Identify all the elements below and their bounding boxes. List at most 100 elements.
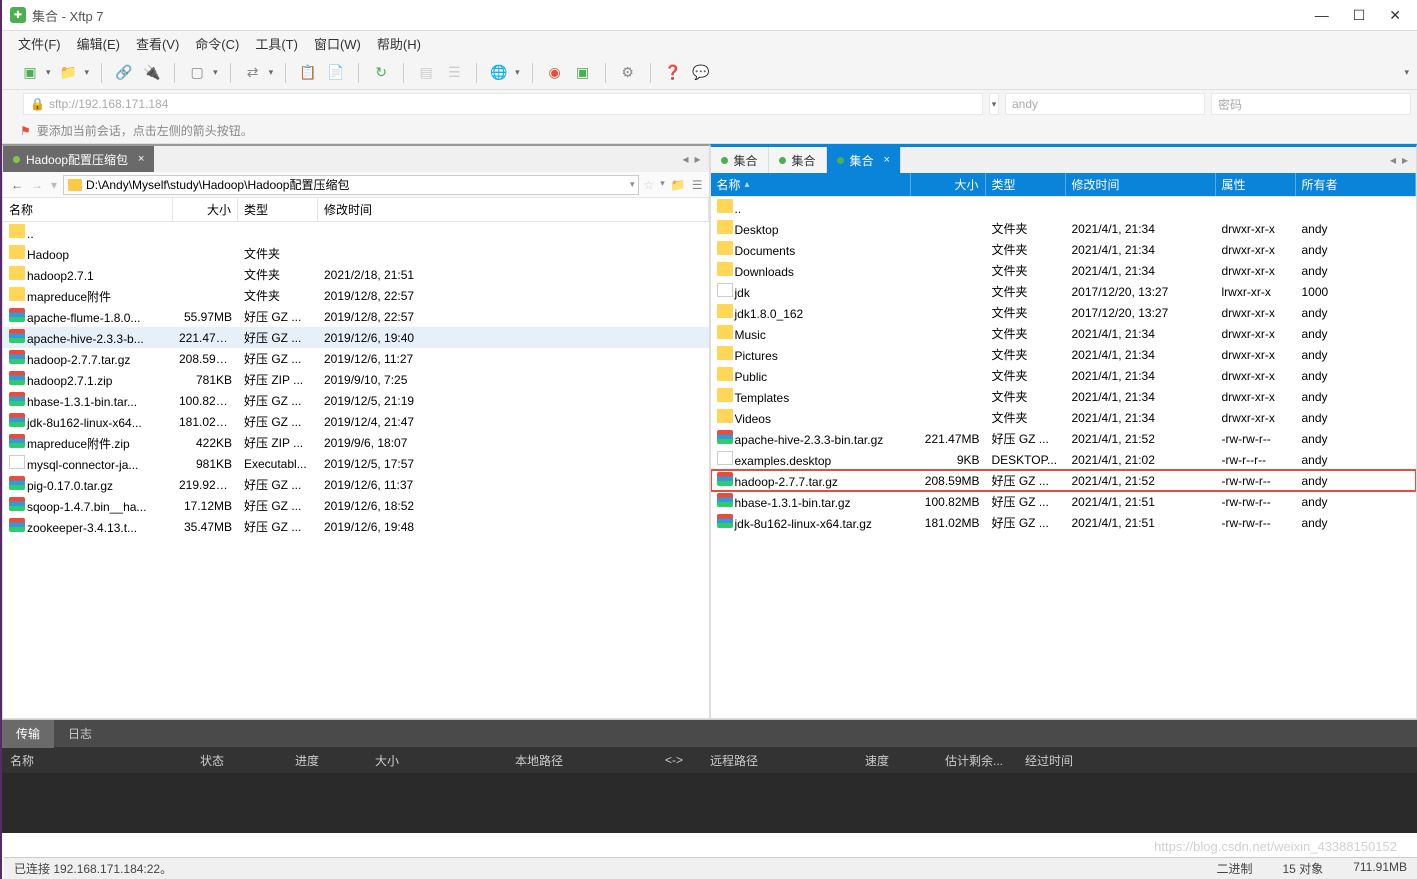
hdr-owner[interactable]: 所有者 [1296,173,1417,196]
file-row[interactable]: Pictures 文件夹 2021/4/1, 21:34 drwxr-xr-x … [711,344,1417,365]
file-row[interactable]: Music 文件夹 2021/4/1, 21:34 drwxr-xr-x and… [711,323,1417,344]
hdr-attr[interactable]: 属性 [1216,173,1296,196]
nav-forward-icon[interactable]: → [29,178,45,192]
hosts-icon[interactable]: ☰ [444,63,464,83]
remote-tab[interactable]: 集合 [769,147,827,173]
remote-tab[interactable]: 集合× [827,147,901,173]
file-row[interactable]: Downloads 文件夹 2021/4/1, 21:34 drwxr-xr-x… [711,260,1417,281]
globe-icon[interactable]: 🌐 [489,63,509,83]
paste-icon[interactable]: 📄 [326,63,346,83]
address-dropdown[interactable]: ▾ [989,93,999,115]
tab-transfer[interactable]: 传输 [2,720,54,748]
file-row[interactable]: jdk-8u162-linux-x64.tar.gz 181.02MB 好压 G… [711,512,1417,533]
tab-prev-icon[interactable]: ◂ [1390,153,1396,167]
hdr-mtime[interactable]: 修改时间 [318,198,709,221]
nav-back-icon[interactable]: ← [9,178,25,192]
file-row[interactable]: examples.desktop 9KB DESKTOP... 2021/4/1… [711,449,1417,470]
thdr-localpath[interactable]: 本地路径 [507,752,657,769]
new-session-icon[interactable]: ▣ [20,63,40,83]
local-path-input[interactable]: D:\Andy\Myself\study\Hadoop\Hadoop配置压缩包 … [63,175,639,195]
close-button[interactable]: ✕ [1389,7,1401,24]
minimize-button[interactable]: — [1315,7,1329,24]
xshell-icon[interactable]: ◉ [545,63,565,83]
thdr-speed[interactable]: 速度 [857,752,937,769]
open-folder-icon[interactable]: 📁 [59,63,79,83]
address-input[interactable]: 🔒 sftp://192.168.171.184 [23,93,983,115]
file-row[interactable]: pig-0.17.0.tar.gz 219.92MB 好压 GZ ... 201… [3,474,709,495]
menu-view[interactable]: 查看(V) [136,34,179,53]
thdr-size[interactable]: 大小 [367,752,507,769]
thdr-remotepath[interactable]: 远程路径 [702,752,857,769]
thdr-elapsed[interactable]: 经过时间 [1017,752,1417,769]
file-row[interactable]: apache-flume-1.8.0... 55.97MB 好压 GZ ... … [3,306,709,327]
tab-log[interactable]: 日志 [54,720,106,748]
xftp-icon[interactable]: ▣ [573,63,593,83]
thdr-status[interactable]: 状态 [192,752,287,769]
tab-next-icon[interactable]: ▸ [1402,153,1408,167]
file-row[interactable]: jdk-8u162-linux-x64... 181.02MB 好压 GZ ..… [3,411,709,432]
menu-command[interactable]: 命令(C) [195,34,239,53]
file-row[interactable]: .. [711,197,1417,218]
file-row[interactable]: sqoop-1.4.7.bin__ha... 17.12MB 好压 GZ ...… [3,495,709,516]
sessions-icon[interactable]: ▤ [416,63,436,83]
nav-recent-icon[interactable]: ▾ [49,178,59,192]
file-row[interactable]: mysql-connector-ja... 981KB Executabl...… [3,453,709,474]
file-row[interactable]: jdk1.8.0_162 文件夹 2017/12/20, 13:27 drwxr… [711,302,1417,323]
username-input[interactable]: andy [1005,93,1205,115]
reconnect-icon[interactable]: ↻ [371,63,391,83]
menu-window[interactable]: 窗口(W) [314,34,361,53]
hdr-mtime[interactable]: 修改时间 [1066,173,1216,196]
file-row[interactable]: .. [3,222,709,243]
file-row[interactable]: hadoop-2.7.7.tar.gz 208.59MB 好压 GZ ... 2… [711,470,1417,491]
file-row[interactable]: hadoop2.7.1.zip 781KB 好压 ZIP ... 2019/9/… [3,369,709,390]
local-tab[interactable]: Hadoop配置压缩包 × [3,146,154,172]
file-row[interactable]: jdk 文件夹 2017/12/20, 13:27 lrwxr-xr-x 100… [711,281,1417,302]
hdr-type[interactable]: 类型 [238,198,318,221]
chat-icon[interactable]: 💬 [691,63,711,83]
remote-tab[interactable]: 集合 [711,147,769,173]
maximize-button[interactable]: ☐ [1353,7,1366,24]
refresh-icon[interactable]: 📁 [671,178,686,192]
hdr-size[interactable]: 大小 [911,173,986,196]
help-icon[interactable]: ❓ [663,63,683,83]
file-row[interactable]: Documents 文件夹 2021/4/1, 21:34 drwxr-xr-x… [711,239,1417,260]
password-input[interactable]: 密码 [1211,93,1411,115]
file-row[interactable]: apache-hive-2.3.3-bin.tar.gz 221.47MB 好压… [711,428,1417,449]
hdr-type[interactable]: 类型 [986,173,1066,196]
file-row[interactable]: mapreduce附件.zip 422KB 好压 ZIP ... 2019/9/… [3,432,709,453]
file-row[interactable]: apache-hive-2.3.3-b... 221.47MB 好压 GZ ..… [3,327,709,348]
tab-close-icon[interactable]: × [138,153,144,165]
hdr-name[interactable]: 名称▴ [711,173,911,196]
hdr-size[interactable]: 大小 [173,198,238,221]
file-row[interactable]: Public 文件夹 2021/4/1, 21:34 drwxr-xr-x an… [711,365,1417,386]
copy-icon[interactable]: 📋 [298,63,318,83]
thdr-est[interactable]: 估计剩余... [937,752,1017,769]
local-file-list[interactable]: .. Hadoop 文件夹 hadoop2.7.1 文件夹 2021/2/18,… [3,222,709,718]
file-row[interactable]: hbase-1.3.1-bin.tar... 100.82MB 好压 GZ ..… [3,390,709,411]
disconnect-icon[interactable]: 🔌 [142,63,162,83]
file-row[interactable]: hbase-1.3.1-bin.tar.gz 100.82MB 好压 GZ ..… [711,491,1417,512]
menu-file[interactable]: 文件(F) [18,34,61,53]
file-row[interactable]: Videos 文件夹 2021/4/1, 21:34 drwxr-xr-x an… [711,407,1417,428]
menu-edit[interactable]: 编辑(E) [77,34,120,53]
file-row[interactable]: Templates 文件夹 2021/4/1, 21:34 drwxr-xr-x… [711,386,1417,407]
favorite-icon[interactable]: ☆ [643,178,654,192]
sync-icon[interactable]: ⇄ [243,63,263,83]
thdr-name[interactable]: 名称 [2,752,192,769]
tab-next-icon[interactable]: ▸ [694,152,700,166]
menu-help[interactable]: 帮助(H) [377,34,421,53]
file-row[interactable]: Desktop 文件夹 2021/4/1, 21:34 drwxr-xr-x a… [711,218,1417,239]
tab-prev-icon[interactable]: ◂ [682,152,688,166]
file-row[interactable]: Hadoop 文件夹 [3,243,709,264]
file-row[interactable]: hadoop-2.7.7.tar.gz 208.59MB 好压 GZ ... 2… [3,348,709,369]
thdr-progress[interactable]: 进度 [287,752,367,769]
settings-icon[interactable]: ⚙ [618,63,638,83]
tab-close-icon[interactable]: × [884,154,890,166]
menu-tools[interactable]: 工具(T) [255,34,298,53]
connect-icon[interactable]: 🔗 [114,63,134,83]
remote-file-list[interactable]: .. Desktop 文件夹 2021/4/1, 21:34 drwxr-xr-… [711,197,1417,718]
hdr-name[interactable]: 名称 [3,198,173,221]
file-row[interactable]: mapreduce附件 文件夹 2019/12/8, 22:57 [3,285,709,306]
file-row[interactable]: hadoop2.7.1 文件夹 2021/2/18, 21:51 [3,264,709,285]
new-window-icon[interactable]: ▢ [187,63,207,83]
